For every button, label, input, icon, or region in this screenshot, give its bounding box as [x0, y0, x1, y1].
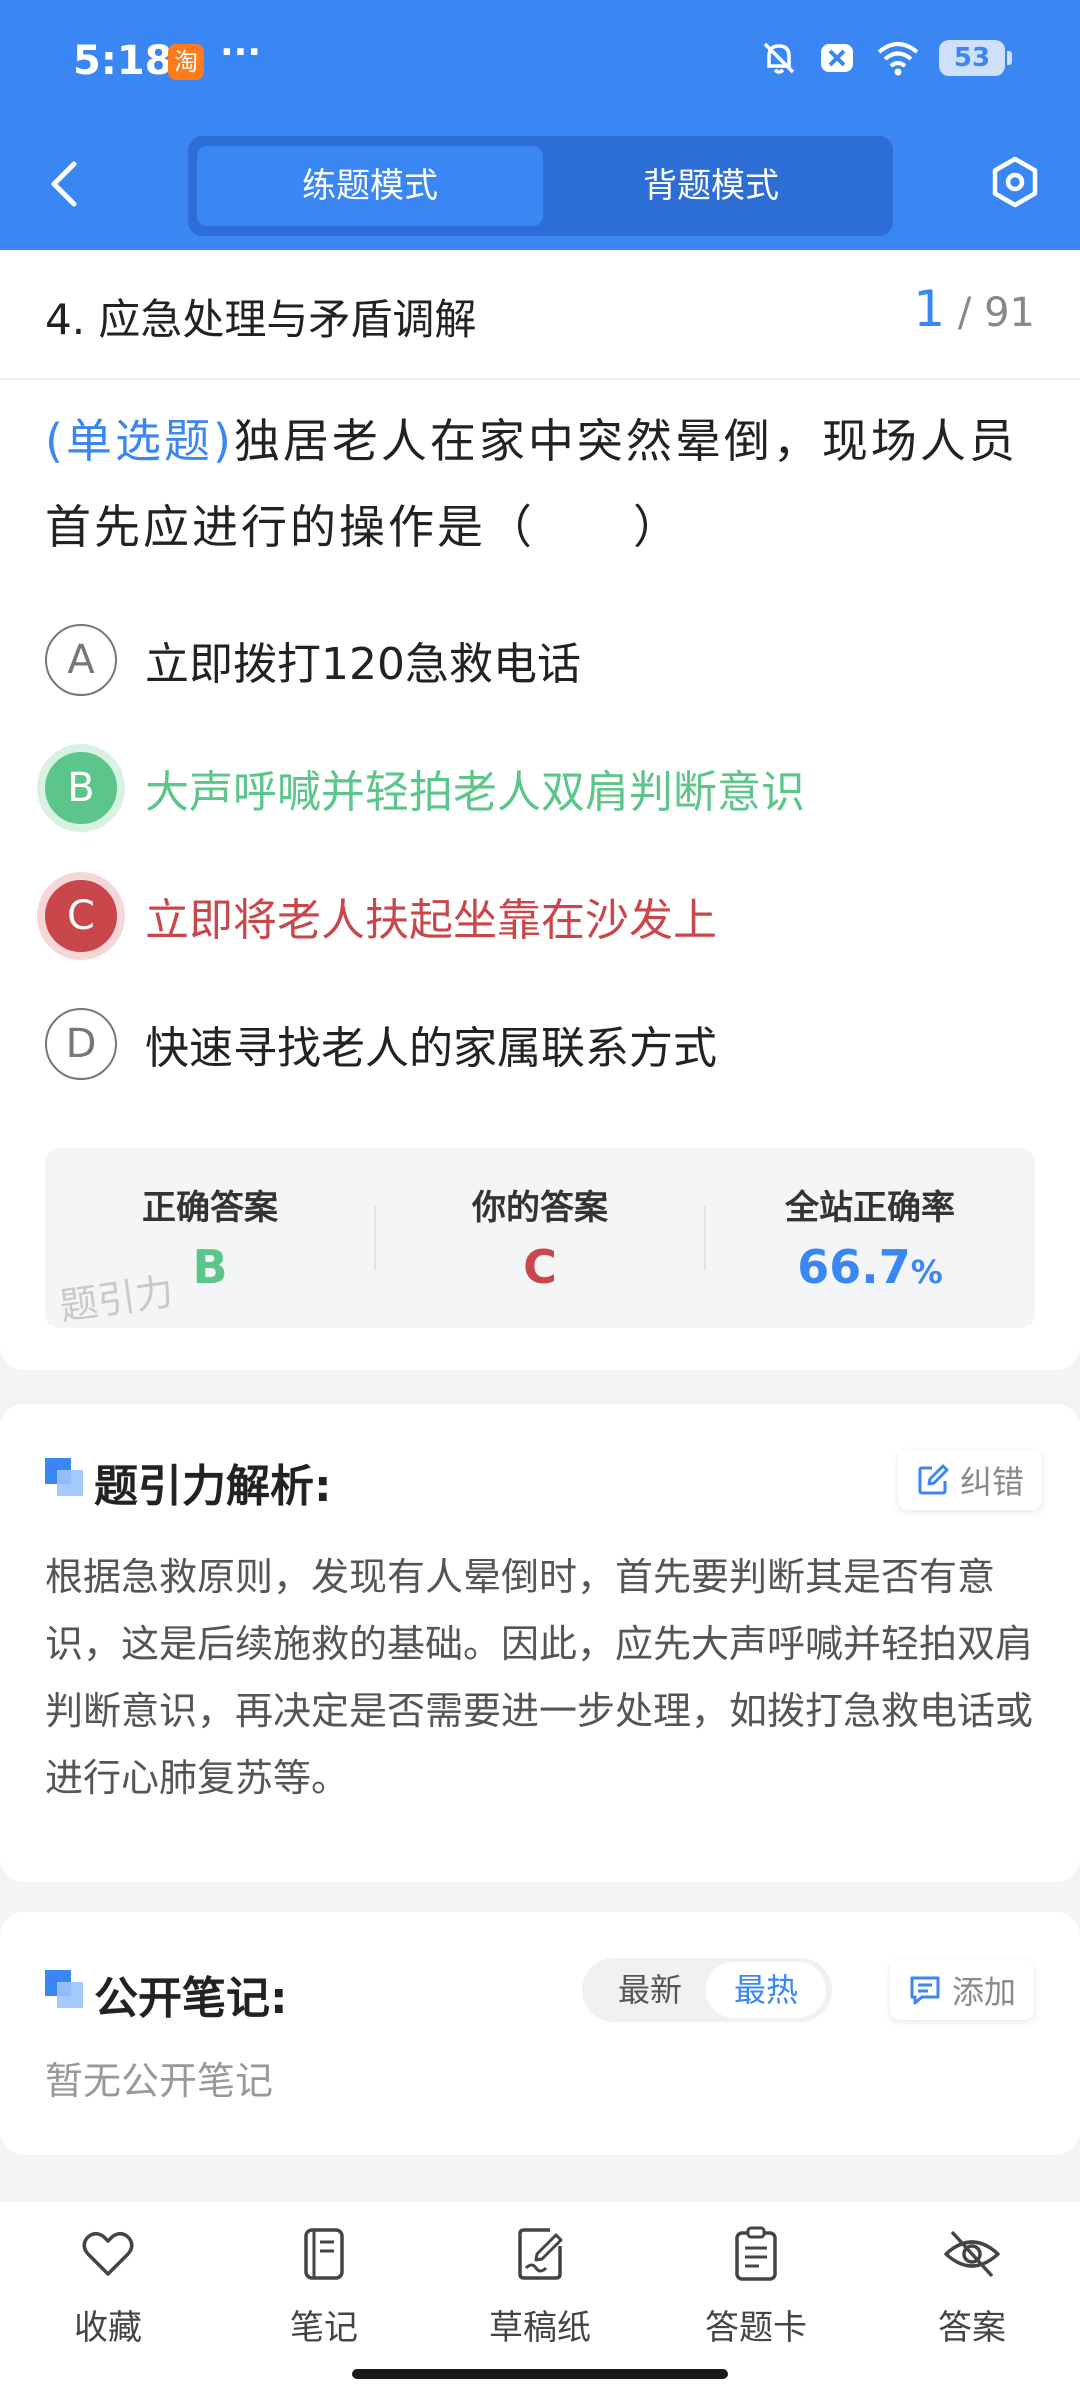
option-text: 大声呼喊并轻拍老人双肩判断意识	[145, 767, 805, 818]
question-counter: 1 / 91	[913, 280, 1035, 338]
option-text: 立即拨打120急救电话	[145, 639, 581, 690]
option-text: 快速寻找老人的家属联系方式	[145, 1023, 717, 1074]
report-error-button[interactable]: 纠错	[898, 1450, 1043, 1510]
public-notes-card: 公开笔记: 最新 最热 添加 暂无公开笔记	[0, 1912, 1080, 2155]
option-letter: C	[45, 880, 117, 952]
comment-icon	[910, 1976, 940, 2005]
sort-hottest-tab[interactable]: 最热	[706, 1962, 826, 2018]
tab-memorize-mode[interactable]: 背题模式	[538, 146, 884, 226]
empty-notes-text: 暂无公开笔记	[45, 2059, 274, 2103]
chapter-title: 4. 应急处理与矛盾调解	[45, 295, 477, 344]
chapter-row: 4. 应急处理与矛盾调解 1 / 91	[0, 250, 1080, 380]
nav-answer-toggle[interactable]: 答案	[892, 2224, 1052, 2349]
option-d[interactable]: D 快速寻找老人的家属联系方式	[45, 1004, 1035, 1084]
sort-latest-tab[interactable]: 最新	[590, 1962, 710, 2018]
option-letter: D	[45, 1008, 117, 1080]
current-question-number: 1	[913, 280, 946, 338]
notes-sort-switch: 最新 最热	[582, 1958, 832, 2022]
settings-gear-icon[interactable]	[988, 155, 1042, 209]
report-error-label: 纠错	[960, 1463, 1025, 1501]
sim-x-icon	[821, 44, 853, 72]
draft-icon	[518, 2228, 563, 2280]
notes-title: 公开笔记:	[94, 1973, 288, 2024]
nav-favorite-label: 收藏	[74, 2308, 142, 2348]
option-text: 立即将老人扶起坐靠在沙发上	[145, 895, 717, 946]
nav-notes-label: 笔记	[290, 2308, 358, 2348]
your-answer-label: 你的答案	[472, 1188, 608, 1228]
option-a[interactable]: A 立即拨打120急救电话	[45, 620, 1035, 700]
analysis-title: 题引力解析:	[94, 1461, 332, 1512]
taobao-app-icon: 淘	[168, 44, 204, 80]
your-answer-column: 你的答案 C	[375, 1148, 705, 1328]
heart-icon	[82, 2232, 134, 2276]
accuracy-value: 66.7%	[705, 1240, 1035, 1294]
answer-summary: 正确答案 B 你的答案 C 全站正确率 66.7% 题引力	[45, 1148, 1035, 1329]
analysis-text: 根据急救原则，发现有人晕倒时，首先要判断其是否有意识，这是后续施救的基础。因此，…	[45, 1555, 1034, 1800]
app-header: 5:18 淘 ··· 53 练题模式 背题模式	[0, 0, 1080, 250]
edit-icon	[918, 1464, 949, 1495]
question-type: (单选题)	[45, 414, 234, 468]
analysis-card: 题引力解析: 纠错 根据急救原则，发现有人晕倒时，首先要判断其是否有意识，这是后…	[0, 1404, 1080, 1882]
nav-draft[interactable]: 草稿纸	[460, 2224, 620, 2349]
add-note-label: 添加	[952, 1973, 1017, 2011]
option-letter: A	[45, 624, 117, 696]
status-bar: 5:18 淘 ··· 53	[0, 0, 1080, 125]
option-c[interactable]: C 立即将老人扶起坐靠在沙发上	[45, 876, 1035, 956]
nav-draft-label: 草稿纸	[489, 2308, 591, 2348]
notebook-icon	[304, 2228, 344, 2280]
nav-answer-card-label: 答题卡	[705, 2308, 807, 2348]
nav-favorite[interactable]: 收藏	[28, 2224, 188, 2349]
status-more-icon: ···	[220, 32, 262, 73]
back-arrow-icon[interactable]	[44, 158, 84, 210]
mode-switch: 练题模式 背题模式	[188, 136, 893, 236]
add-note-button[interactable]: 添加	[890, 1960, 1035, 2020]
nav-notes[interactable]: 笔记	[244, 2224, 404, 2349]
section-squares-icon	[45, 1458, 83, 1496]
option-b[interactable]: B 大声呼喊并轻拍老人双肩判断意识	[45, 748, 1035, 828]
accuracy-label: 全站正确率	[785, 1188, 955, 1228]
question-card: 4. 应急处理与矛盾调解 1 / 91 (单选题)独居老人在家中突然晕倒，现场人…	[0, 250, 1080, 1370]
tab-practice-mode[interactable]: 练题模式	[197, 146, 543, 226]
battery-indicator: 53	[939, 40, 1012, 76]
total-questions: / 91	[957, 290, 1035, 336]
option-letter: B	[45, 752, 117, 824]
your-answer-value: C	[523, 1240, 557, 1294]
nav-answer-card[interactable]: 答题卡	[676, 2224, 836, 2349]
status-icons: 53	[759, 38, 1012, 78]
section-squares-icon	[45, 1970, 83, 2008]
wifi-icon	[877, 42, 919, 76]
accuracy-unit: %	[910, 1253, 943, 1291]
mute-bell-icon	[763, 42, 795, 74]
nav-answer-label: 答案	[938, 2308, 1006, 2348]
question-stem: (单选题)独居老人在家中突然晕倒，现场人员首先应进行的操作是（ ）	[45, 398, 1040, 570]
accuracy-number: 66.7	[797, 1240, 911, 1294]
answer-card-icon	[735, 2226, 777, 2281]
accuracy-column: 全站正确率 66.7%	[705, 1148, 1035, 1328]
status-time: 5:18	[73, 38, 173, 84]
home-indicator[interactable]	[352, 2369, 728, 2379]
eye-off-icon	[944, 2230, 1000, 2278]
correct-answer-label: 正确答案	[142, 1188, 278, 1228]
